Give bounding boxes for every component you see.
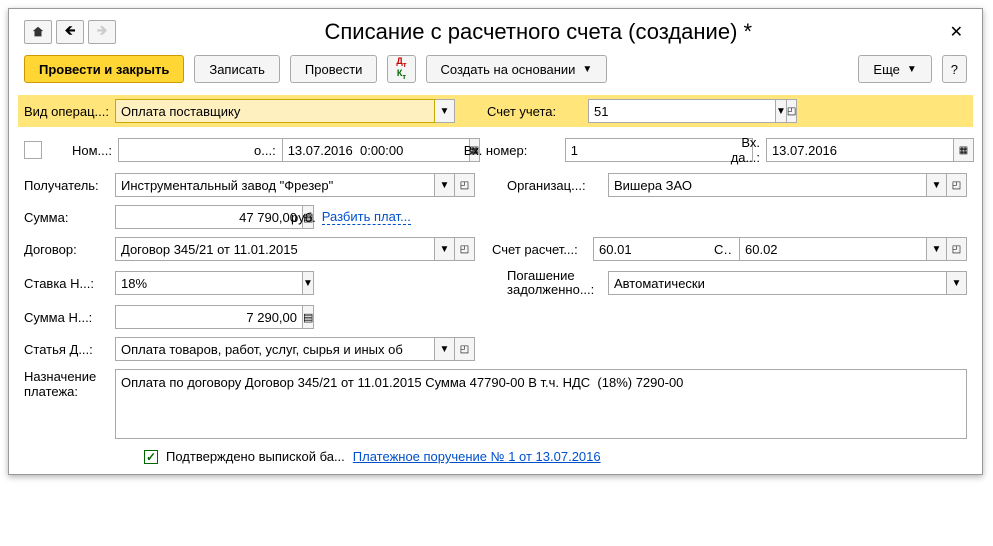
vat-rate-input[interactable]: [115, 271, 303, 295]
acct-adv-label: Счет аван...:: [714, 242, 733, 257]
toolbar: Провести и закрыть Записать Провести ДтК…: [24, 55, 967, 83]
forward-button: 🡺: [88, 20, 116, 44]
account-dropdown[interactable]: ▼: [776, 99, 787, 123]
account-input[interactable]: [588, 99, 776, 123]
cf-item-label: Статья Д...:: [24, 342, 109, 357]
recipient-open[interactable]: ◰: [455, 173, 475, 197]
debt-dropdown[interactable]: ▼: [947, 271, 967, 295]
op-type-label: Вид операц...:: [24, 104, 109, 119]
confirmed-label: Подтверждено выпиской ба...: [166, 449, 345, 464]
chevron-down-icon: ▼: [907, 64, 917, 75]
create-based-label: Создать на основании: [441, 62, 576, 77]
number-input[interactable]: [118, 138, 306, 162]
date-input[interactable]: [282, 138, 470, 162]
org-dropdown[interactable]: ▼: [927, 173, 947, 197]
save-button[interactable]: Записать: [194, 55, 280, 83]
in-date-input[interactable]: [766, 138, 954, 162]
help-button[interactable]: ?: [942, 55, 967, 83]
in-number-input[interactable]: [565, 138, 753, 162]
op-type-input[interactable]: [115, 99, 435, 123]
vat-calculator-icon[interactable]: ▤: [303, 305, 314, 329]
in-number-label: Вх. номер:: [464, 143, 559, 158]
post-and-close-button[interactable]: Провести и закрыть: [24, 55, 184, 83]
acct-calc-label: Счет расчет...:: [492, 242, 587, 257]
debt-label: Погашениезадолженно...:: [507, 269, 602, 297]
recipient-dropdown[interactable]: ▼: [435, 173, 455, 197]
contract-input[interactable]: [115, 237, 435, 261]
vat-rate-label: Ставка Н...:: [24, 276, 109, 291]
in-date-picker[interactable]: ▦: [954, 138, 974, 162]
recipient-input[interactable]: [115, 173, 435, 197]
org-label: Организац...:: [507, 178, 602, 193]
confirmed-checkbox[interactable]: ✓: [144, 450, 158, 464]
contract-dropdown[interactable]: ▼: [435, 237, 455, 261]
more-button[interactable]: Еще ▼: [858, 55, 931, 83]
window-title: Списание с расчетного счета (создание) *: [131, 19, 946, 45]
purpose-textarea[interactable]: [115, 369, 967, 439]
vat-rate-dropdown[interactable]: ▼: [303, 271, 314, 295]
op-type-dropdown[interactable]: ▼: [435, 99, 455, 123]
clipboard-icon[interactable]: [24, 141, 42, 159]
sum-label: Сумма:: [24, 210, 109, 225]
purpose-label: Назначениеплатежа:: [24, 369, 109, 399]
contract-label: Договор:: [24, 242, 109, 257]
cf-item-open[interactable]: ◰: [455, 337, 475, 361]
vat-sum-label: Сумма Н...:: [24, 310, 109, 325]
post-button[interactable]: Провести: [290, 55, 378, 83]
contract-open[interactable]: ◰: [455, 237, 475, 261]
home-button[interactable]: [24, 20, 52, 44]
create-based-on-button[interactable]: Создать на основании ▼: [426, 55, 608, 83]
in-date-label: Вх. да...:: [731, 135, 760, 165]
acct-adv-input[interactable]: [739, 237, 927, 261]
account-label: Счет учета:: [487, 104, 582, 119]
cf-item-input[interactable]: [115, 337, 435, 361]
debt-input[interactable]: [608, 271, 947, 295]
number-label: Ном...:: [52, 143, 112, 158]
document-window: 🡸 🡺 Списание с расчетного счета (создани…: [8, 8, 983, 475]
recipient-label: Получатель:: [24, 178, 109, 193]
org-input[interactable]: [608, 173, 927, 197]
org-open[interactable]: ◰: [947, 173, 967, 197]
from-label: о...:: [254, 143, 276, 158]
dk-button[interactable]: ДтКт: [387, 55, 415, 83]
vat-sum-input[interactable]: [115, 305, 303, 329]
account-open[interactable]: ◰: [787, 99, 797, 123]
close-icon[interactable]: ✕: [946, 22, 967, 42]
payment-order-link[interactable]: Платежное поручение № 1 от 13.07.2016: [353, 449, 601, 464]
split-payment-link[interactable]: Разбить плат...: [322, 209, 411, 225]
acct-adv-dropdown[interactable]: ▼: [927, 237, 947, 261]
back-button[interactable]: 🡸: [56, 20, 84, 44]
currency-label: руб.: [291, 210, 316, 225]
sum-input[interactable]: [115, 205, 303, 229]
dt-kt-icon: ДтКт: [396, 57, 406, 81]
cf-item-dropdown[interactable]: ▼: [435, 337, 455, 361]
chevron-down-icon: ▼: [582, 64, 592, 75]
acct-adv-open[interactable]: ◰: [947, 237, 967, 261]
more-label: Еще: [873, 62, 899, 77]
